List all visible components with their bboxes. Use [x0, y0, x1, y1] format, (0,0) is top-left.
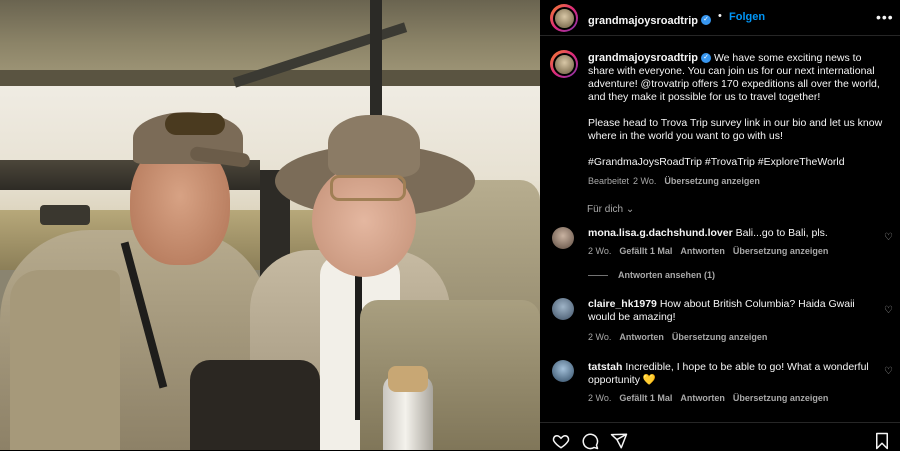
chevron-down-icon: ⌄ — [625, 204, 635, 215]
instagram-post-view: grandmajoysroadtrip ✓ • Folgen ••• grandm… — [0, 0, 900, 450]
reply-button[interactable]: Antworten — [680, 393, 725, 403]
comment: claire_hk1979 How about British Columbia… — [588, 298, 878, 324]
comment-username[interactable]: claire_hk1979 — [588, 298, 657, 310]
translate-caption-button[interactable]: Übersetzung anzeigen — [664, 176, 760, 186]
comment-icon[interactable] — [581, 432, 599, 450]
more-options-icon[interactable]: ••• — [876, 9, 894, 25]
comment-age: 2 Wo. — [588, 393, 612, 403]
photo-man-vest — [10, 270, 120, 450]
post-caption: grandmajoysroadtrip ✓ We have some exciti… — [588, 52, 888, 182]
photo-mirror — [40, 205, 90, 225]
heart-icon[interactable]: ♡ — [884, 305, 894, 316]
photo-bag — [190, 360, 320, 450]
caption-avatar[interactable] — [550, 50, 578, 78]
comment: mona.lisa.g.dachshund.lover Bali...go to… — [588, 227, 878, 240]
comment-text: Incredible, I hope to be able to go! Wha… — [588, 361, 869, 386]
avatar-image — [552, 6, 576, 30]
verified-badge-icon: ✓ — [701, 14, 712, 25]
edited-label: Bearbeitet — [588, 176, 630, 186]
comment-avatar[interactable] — [552, 298, 574, 320]
comment-meta: 2 Wo. Antworten Übersetzung anzeigen — [588, 332, 775, 342]
photo-woman-hat-crown — [328, 115, 420, 177]
bookmark-icon[interactable] — [874, 432, 890, 450]
reply-button[interactable]: Antworten — [619, 332, 664, 342]
translate-button[interactable]: Übersetzung anzeigen — [672, 332, 768, 342]
photo-roof-pole — [370, 0, 382, 130]
reply-button[interactable]: Antworten — [680, 246, 725, 256]
post-photo[interactable] — [0, 0, 540, 450]
post-action-bar — [540, 422, 900, 451]
share-icon[interactable] — [610, 432, 628, 450]
heart-icon[interactable]: ♡ — [884, 366, 894, 377]
header-username[interactable]: grandmajoysroadtrip — [588, 15, 698, 27]
follow-button[interactable]: Folgen — [729, 11, 765, 23]
photo-man-sunglasses — [165, 113, 225, 135]
comment-avatar[interactable] — [552, 227, 574, 249]
comment-age: 2 Wo. — [588, 332, 612, 342]
caption-hashtags[interactable]: #GrandmaJoysRoadTrip #TrovaTrip #Explore… — [588, 156, 888, 169]
comment-username[interactable]: mona.lisa.g.dachshund.lover — [588, 227, 733, 239]
view-replies-label: Antworten ansehen (1) — [618, 270, 716, 280]
caption-paragraph: grandmajoysroadtrip ✓ We have some exciti… — [588, 52, 888, 104]
translate-button[interactable]: Übersetzung anzeigen — [733, 246, 829, 256]
view-replies-button[interactable]: Antworten ansehen (1) — [588, 270, 715, 280]
heart-icon[interactable] — [552, 432, 570, 450]
caption-username[interactable]: grandmajoysroadtrip — [588, 52, 698, 64]
comment-meta: 2 Wo. Gefällt 1 Mal Antworten Übersetzung a… — [588, 246, 836, 256]
heart-icon[interactable]: ♡ — [884, 232, 894, 243]
comment-meta: 2 Wo. Gefällt 1 Mal Antworten Übersetzung a… — [588, 393, 836, 403]
header-avatar[interactable] — [550, 4, 578, 32]
translate-button[interactable]: Übersetzung anzeigen — [733, 393, 829, 403]
replies-line — [588, 274, 608, 276]
caption-meta: Bearbeitet 2 Wo. Übersetzung anzeigen — [588, 176, 768, 186]
photo-woman-glasses — [330, 175, 406, 201]
comment: tatstah Incredible, I hope to be able to… — [588, 361, 878, 387]
comment-likes[interactable]: Gefällt 1 Mal — [619, 246, 672, 256]
photo-bottle-cap — [388, 366, 428, 392]
post-side-panel: grandmajoysroadtrip ✓ • Folgen ••• grandm… — [540, 0, 900, 450]
comment-age: 2 Wo. — [588, 246, 612, 256]
sort-label: Für dich — [587, 204, 624, 215]
avatar-image — [552, 52, 576, 76]
header-username-wrap: grandmajoysroadtrip ✓ — [588, 11, 712, 29]
comment-text: Bali...go to Bali, pls. — [735, 227, 828, 239]
verified-badge-icon: ✓ — [701, 53, 712, 64]
header-separator-dot: • — [718, 10, 722, 22]
post-age: 2 Wo. — [633, 176, 657, 186]
post-header: grandmajoysroadtrip ✓ • Folgen ••• — [540, 0, 900, 36]
comment-username[interactable]: tatstah — [588, 361, 622, 373]
comment-avatar[interactable] — [552, 360, 574, 382]
caption-paragraph: Please head to Trova Trip survey link in… — [588, 117, 883, 142]
sort-dropdown[interactable]: Für dich ⌄ — [587, 204, 634, 215]
comment-likes[interactable]: Gefällt 1 Mal — [619, 393, 672, 403]
